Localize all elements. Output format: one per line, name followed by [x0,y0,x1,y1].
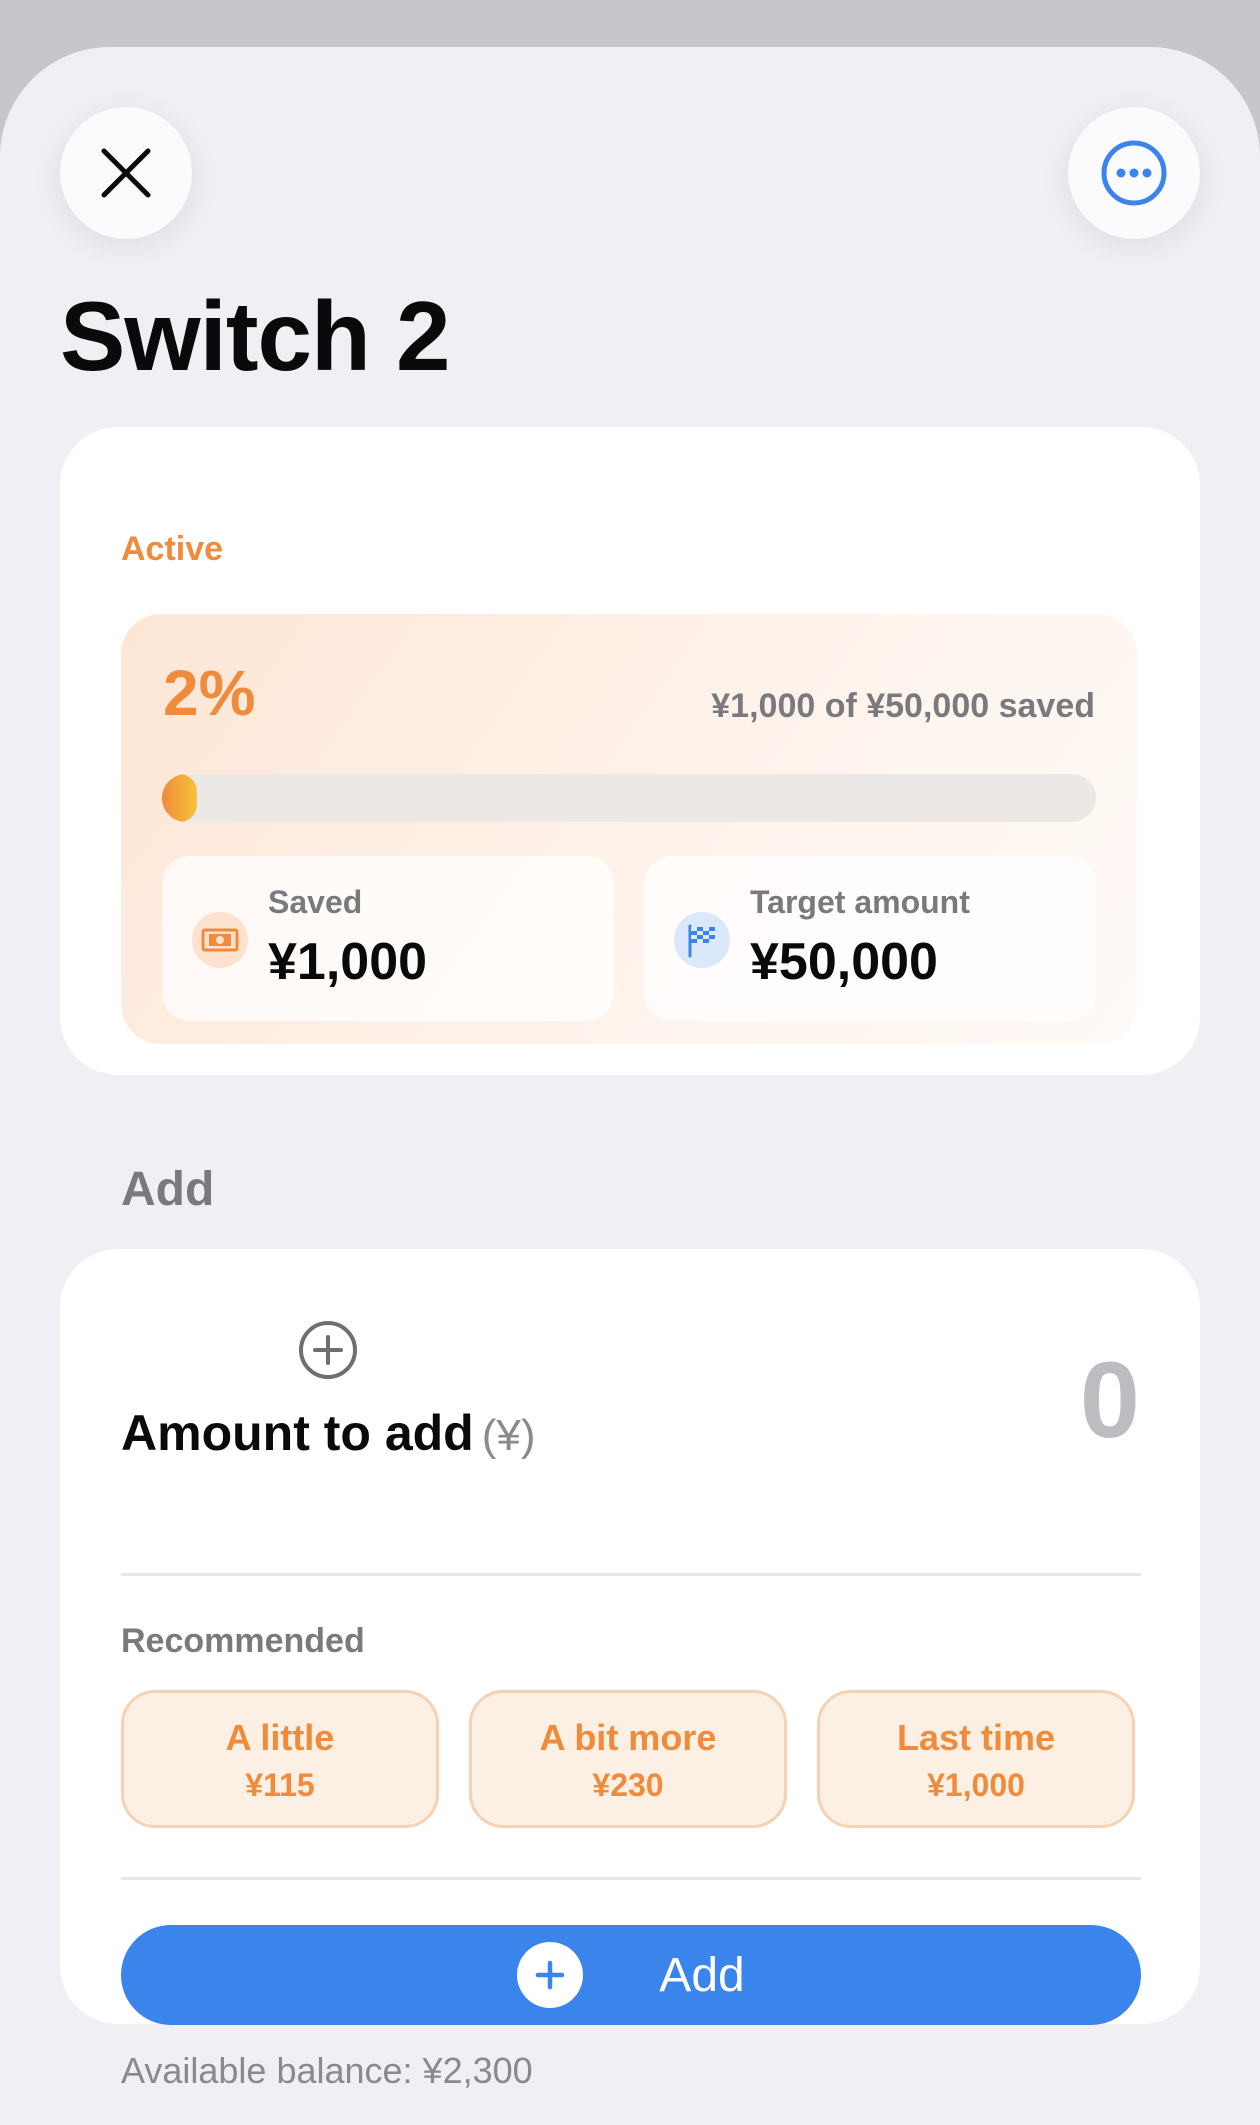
progress-bar [162,774,1096,822]
saved-summary: ¥1,000 of ¥50,000 saved [711,687,1095,725]
amount-input[interactable]: 0 [1080,1337,1140,1462]
goal-status-card: Active 2% ¥1,000 of ¥50,000 saved Saved … [60,427,1200,1075]
target-stat: Target amount ¥50,000 [644,856,1096,1021]
recommended-amount: ¥1,000 [927,1767,1025,1803]
target-value: ¥50,000 [750,933,938,991]
ellipsis-circle-icon [1101,140,1167,206]
divider [121,1573,1141,1576]
available-balance: Available balance: ¥2,300 [121,2050,533,2091]
status-badge: Active [121,530,224,568]
add-section-label: Add [121,1163,215,1216]
plus-icon [517,1942,584,2008]
recommended-a-little-button[interactable]: A little ¥115 [121,1690,439,1828]
divider [121,1877,1141,1880]
progress-bar-fill [162,774,198,822]
add-button-label: Add [659,1948,745,2002]
saved-value: ¥1,000 [268,933,428,991]
amount-unit: (¥) [481,1411,536,1460]
checkered-flag-icon [674,912,730,968]
goal-detail-sheet: Switch 2 Active 2% ¥1,000 of ¥50,000 sav… [0,47,1260,2125]
recommended-name: A little [225,1717,335,1758]
saved-label: Saved [268,884,363,920]
close-button[interactable] [60,107,192,239]
close-icon [101,148,151,198]
banknote-icon [192,912,248,968]
add-card: Amount to add (¥) 0 Recommended A little … [60,1249,1200,2025]
more-options-button[interactable] [1068,107,1200,239]
page-title: Switch 2 [60,281,451,391]
recommended-amount: ¥115 [245,1767,315,1803]
recommended-amount: ¥230 [592,1767,664,1803]
add-button[interactable]: Add [121,1925,1141,2025]
progress-panel: 2% ¥1,000 of ¥50,000 saved Saved ¥1,000 [121,614,1137,1044]
recommended-a-bit-more-button[interactable]: A bit more ¥230 [469,1690,787,1828]
saved-stat: Saved ¥1,000 [162,856,614,1021]
recommended-label: Recommended [121,1622,365,1660]
plus-circle-icon[interactable] [298,1320,358,1380]
recommended-last-time-button[interactable]: Last time ¥1,000 [817,1690,1135,1828]
recommended-name: Last time [896,1717,1056,1758]
progress-percent: 2% [163,657,256,729]
recommended-name: A bit more [539,1717,717,1758]
target-label: Target amount [750,884,970,920]
amount-to-add-label: Amount to add (¥) [121,1404,536,1462]
amount-label-text: Amount to add [121,1405,474,1461]
